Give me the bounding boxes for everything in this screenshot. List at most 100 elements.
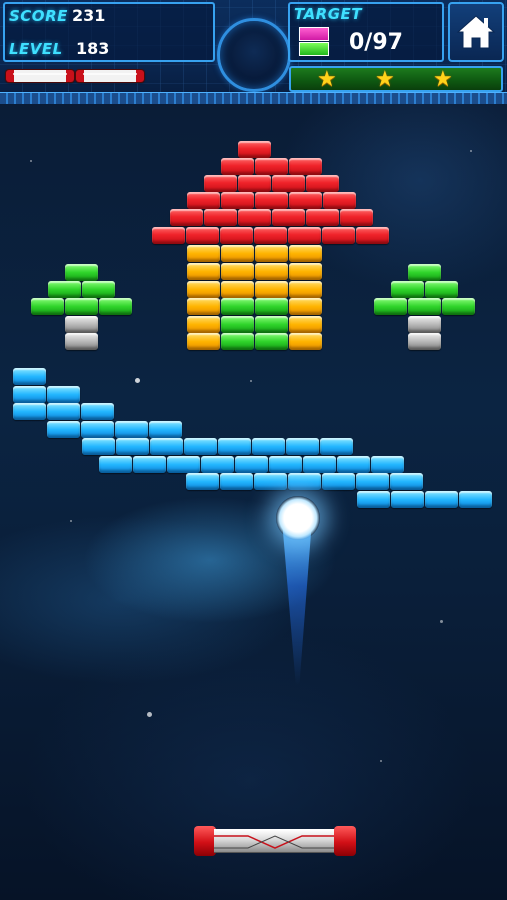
red-brick <box>204 209 237 226</box>
target-brick-icon <box>299 27 329 57</box>
green-brick <box>374 298 407 315</box>
blue-brick <box>357 491 390 508</box>
background-star <box>30 160 32 162</box>
red-brick <box>238 209 271 226</box>
red-brick <box>186 227 219 244</box>
background-star <box>440 620 443 623</box>
yellow-brick <box>289 333 322 350</box>
star-icon: ★ <box>317 67 337 92</box>
blue-brick <box>320 438 353 455</box>
home-button[interactable] <box>448 2 504 62</box>
yellow-brick <box>255 245 288 262</box>
home-icon <box>456 15 496 49</box>
red-brick <box>272 175 305 192</box>
game-stage[interactable]: SCORE 231 LEVEL 183 TARGET 0/97 ★ ★ ★ <box>0 0 507 900</box>
blue-brick <box>269 456 302 473</box>
green-brick <box>65 264 98 281</box>
blue-brick <box>149 421 182 438</box>
yellow-brick <box>255 263 288 280</box>
score-value: 231 <box>72 6 106 25</box>
background-star <box>250 380 252 382</box>
yellow-brick <box>255 281 288 298</box>
red-brick <box>238 175 271 192</box>
yellow-brick <box>221 245 254 262</box>
red-brick <box>289 158 322 175</box>
paddle[interactable] <box>194 826 356 856</box>
life-indicator <box>6 70 74 82</box>
blue-brick <box>81 403 114 420</box>
red-brick <box>323 192 356 209</box>
yellow-brick <box>289 245 322 262</box>
red-brick <box>187 192 220 209</box>
target-label: TARGET <box>294 5 363 23</box>
yellow-brick <box>289 316 322 333</box>
red-brick <box>170 209 203 226</box>
blue-brick <box>47 403 80 420</box>
green-brick <box>391 281 424 298</box>
red-brick <box>340 209 373 226</box>
red-brick <box>220 227 253 244</box>
red-brick <box>238 141 271 158</box>
green-brick <box>82 281 115 298</box>
blue-brick <box>116 438 149 455</box>
red-brick <box>272 209 305 226</box>
green-brick <box>255 298 288 315</box>
green-brick <box>425 281 458 298</box>
red-brick <box>255 192 288 209</box>
yellow-brick <box>187 316 220 333</box>
green-brick <box>255 316 288 333</box>
hud-bottom-strip <box>0 92 507 104</box>
blue-brick <box>150 438 183 455</box>
blue-brick <box>425 491 458 508</box>
blue-brick <box>391 491 424 508</box>
life-indicator <box>76 70 144 82</box>
blue-brick <box>303 456 336 473</box>
blue-brick <box>286 438 319 455</box>
red-brick <box>221 192 254 209</box>
paddle-right-cap <box>334 826 356 856</box>
red-brick <box>254 227 287 244</box>
blue-brick <box>47 386 80 403</box>
green-brick <box>99 298 132 315</box>
red-brick <box>289 192 322 209</box>
gray-brick <box>65 333 98 350</box>
yellow-brick <box>221 263 254 280</box>
yellow-brick <box>289 281 322 298</box>
star-icon: ★ <box>375 67 395 92</box>
yellow-brick <box>187 281 220 298</box>
ball-trail <box>282 520 312 685</box>
red-brick <box>221 158 254 175</box>
blue-brick <box>254 473 287 490</box>
yellow-brick <box>221 281 254 298</box>
blue-brick <box>47 421 80 438</box>
blue-brick <box>115 421 148 438</box>
background-star <box>147 712 152 717</box>
blue-brick <box>186 473 219 490</box>
ball <box>276 496 320 540</box>
blue-brick <box>13 368 46 385</box>
green-brick <box>65 298 98 315</box>
blue-brick <box>235 456 268 473</box>
blue-brick <box>220 473 253 490</box>
green-brick <box>255 333 288 350</box>
blue-brick <box>390 473 423 490</box>
blue-brick <box>201 456 234 473</box>
blue-brick <box>459 491 492 508</box>
score-label: SCORE <box>9 7 68 25</box>
blue-brick <box>13 386 46 403</box>
blue-brick <box>371 456 404 473</box>
stars-bar: ★ ★ ★ <box>289 66 503 92</box>
yellow-brick <box>187 245 220 262</box>
paddle-stripe-icon <box>214 835 336 849</box>
blue-brick <box>337 456 370 473</box>
red-brick <box>306 209 339 226</box>
level-label: LEVEL <box>9 40 63 58</box>
red-brick <box>152 227 185 244</box>
blue-brick <box>99 456 132 473</box>
yellow-brick <box>187 263 220 280</box>
blue-brick <box>356 473 389 490</box>
blue-brick <box>252 438 285 455</box>
green-brick <box>442 298 475 315</box>
background-star <box>470 150 472 152</box>
gray-brick <box>408 316 441 333</box>
